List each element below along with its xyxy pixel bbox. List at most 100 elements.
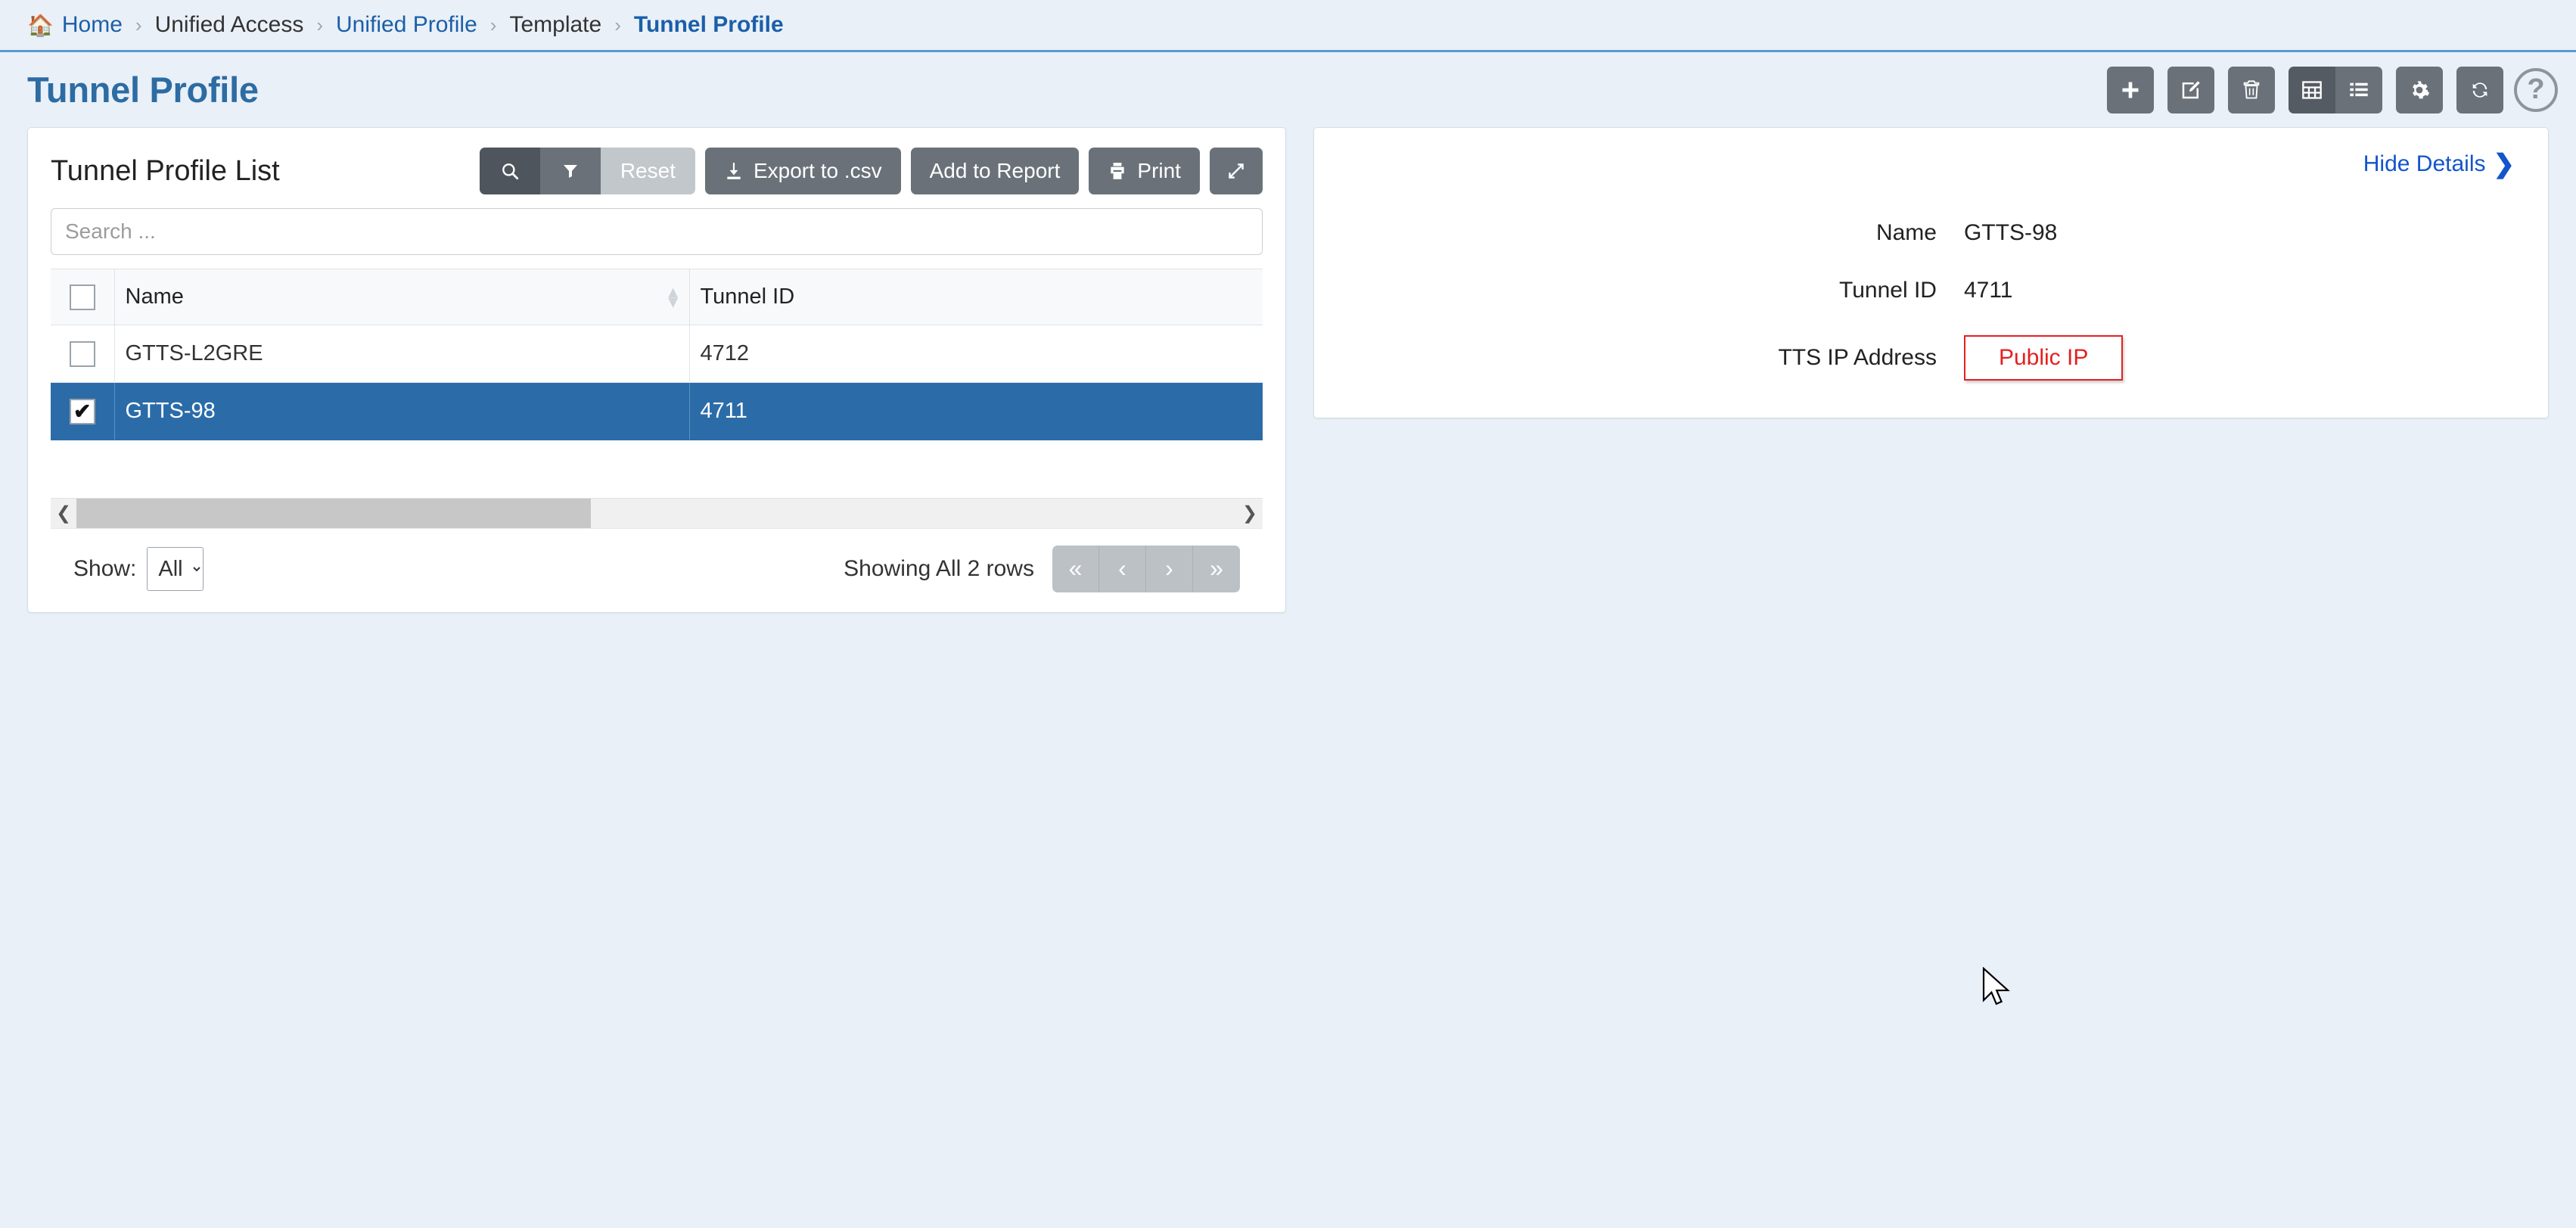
select-all-header[interactable]: [51, 269, 114, 325]
pager-first-button[interactable]: «: [1052, 546, 1099, 592]
scroll-left-icon[interactable]: ❮: [51, 502, 76, 524]
search-filter-reset-group: Reset: [480, 148, 695, 194]
tunnel-profile-detail-card: Hide Details ❯ Name GTTS-98 Tunnel ID 47…: [1313, 127, 2549, 418]
trash-icon: [2241, 79, 2262, 101]
filter-button[interactable]: [540, 148, 601, 194]
list-view-button[interactable]: [2335, 67, 2382, 113]
rows-count-text: Showing All 2 rows: [844, 556, 1034, 582]
table-row[interactable]: ✔ GTTS-98 4711: [51, 383, 1263, 440]
detail-label-tts-ip-address: TTS IP Address: [1347, 345, 1964, 371]
main-content: Tunnel Profile List Reset: [0, 127, 2576, 613]
add-button[interactable]: [2107, 67, 2154, 113]
scrollbar-thumb[interactable]: [76, 499, 591, 528]
gear-icon: [2409, 79, 2430, 101]
breadcrumb-separator: ›: [614, 14, 621, 37]
settings-button[interactable]: [2396, 67, 2443, 113]
row-cell-tunnel-id: 4712: [689, 325, 1263, 383]
table-row[interactable]: GTTS-L2GRE 4712: [51, 325, 1263, 383]
header-action-toolbar: ?: [2093, 67, 2558, 113]
list-header: Tunnel Profile List Reset: [28, 128, 1285, 208]
export-csv-label: Export to .csv: [754, 159, 882, 183]
breadcrumb-item-unified-access[interactable]: Unified Access: [155, 12, 304, 38]
hide-details-label: Hide Details: [2363, 151, 2486, 177]
hide-details-link[interactable]: Hide Details ❯: [1347, 149, 2515, 179]
row-cell-name: GTTS-98: [114, 383, 689, 440]
breadcrumb-item-template[interactable]: Template: [509, 12, 601, 38]
export-csv-button[interactable]: Export to .csv: [705, 148, 901, 194]
tunnel-profile-list-card: Tunnel Profile List Reset: [27, 127, 1286, 613]
expand-button[interactable]: [1210, 148, 1263, 194]
print-label: Print: [1137, 159, 1181, 183]
show-label: Show:: [73, 556, 136, 582]
search-row: [28, 208, 1285, 269]
pagination-controls: « ‹ › »: [1052, 546, 1240, 592]
row-checkbox-cell[interactable]: [51, 325, 114, 383]
detail-label-name: Name: [1347, 220, 1964, 246]
grid-view-button[interactable]: [2289, 67, 2335, 113]
pager-last-button[interactable]: »: [1193, 546, 1240, 592]
scrollbar-track[interactable]: [76, 499, 1237, 528]
list-icon: [2348, 79, 2369, 101]
help-button[interactable]: ?: [2514, 68, 2558, 112]
page-title: Tunnel Profile: [27, 69, 259, 110]
breadcrumb-separator: ›: [490, 14, 497, 37]
detail-value-name: GTTS-98: [1964, 220, 2057, 246]
detail-value-tunnel-id: 4711: [1964, 278, 2013, 303]
search-toggle-button[interactable]: [480, 148, 540, 194]
breadcrumb-separator: ›: [316, 14, 323, 37]
print-button[interactable]: Print: [1089, 148, 1200, 194]
detail-row-tunnel-id: Tunnel ID 4711: [1347, 278, 2515, 303]
home-icon: 🏠: [27, 13, 54, 38]
breadcrumb-item-unified-profile[interactable]: Unified Profile: [336, 12, 477, 38]
reset-button[interactable]: Reset: [601, 148, 695, 194]
refresh-icon: [2469, 79, 2491, 101]
table-header-row: Name ▲▼ Tunnel ID: [51, 269, 1263, 325]
refresh-button[interactable]: [2456, 67, 2503, 113]
row-cell-tunnel-id: 4711: [689, 383, 1263, 440]
list-toolbar: Reset Export to .csv Add to Report: [480, 148, 1263, 194]
search-icon: [500, 161, 520, 181]
table-horizontal-scrollbar[interactable]: ❮ ❯: [51, 498, 1263, 528]
row-checkbox-cell[interactable]: ✔: [51, 383, 114, 440]
plus-icon: [2120, 79, 2141, 101]
edit-pencil-icon: [2180, 79, 2202, 101]
mouse-cursor: [1982, 967, 2012, 1008]
search-input[interactable]: [51, 208, 1263, 255]
chevron-right-icon: ❯: [2494, 149, 2515, 179]
column-header-name[interactable]: Name ▲▼: [114, 269, 689, 325]
public-ip-badge[interactable]: Public IP: [1964, 335, 2123, 381]
printer-icon: [1108, 161, 1127, 181]
table-empty-filler: [51, 440, 1263, 498]
scroll-right-icon[interactable]: ❯: [1237, 502, 1263, 524]
list-title: Tunnel Profile List: [51, 155, 280, 188]
breadcrumb: 🏠 Home › Unified Access › Unified Profil…: [0, 0, 2576, 50]
pager-prev-button[interactable]: ‹: [1099, 546, 1146, 592]
rows-per-page-select[interactable]: All: [147, 547, 204, 591]
filter-icon: [561, 162, 580, 180]
footer-right-group: Showing All 2 rows « ‹ › »: [844, 546, 1240, 592]
tunnel-profile-table: Name ▲▼ Tunnel ID GTTS-L2GRE: [51, 269, 1263, 498]
expand-arrows-icon: [1226, 161, 1246, 181]
row-cell-name: GTTS-L2GRE: [114, 325, 689, 383]
breadcrumb-item-home[interactable]: Home: [62, 12, 123, 38]
column-header-tunnel-id[interactable]: Tunnel ID: [689, 269, 1263, 325]
select-all-checkbox[interactable]: [70, 284, 95, 310]
table-grid-icon: [2301, 79, 2323, 101]
column-header-name-label: Name: [126, 284, 184, 309]
breadcrumb-item-tunnel-profile[interactable]: Tunnel Profile: [634, 12, 784, 38]
breadcrumb-separator: ›: [135, 14, 142, 37]
detail-label-tunnel-id: Tunnel ID: [1347, 278, 1964, 303]
page-header: Tunnel Profile: [0, 50, 2576, 127]
pager-next-button[interactable]: ›: [1146, 546, 1193, 592]
detail-row-name: Name GTTS-98: [1347, 220, 2515, 246]
edit-button[interactable]: [2167, 67, 2214, 113]
list-footer: Show: All Showing All 2 rows « ‹ › »: [51, 528, 1263, 612]
add-to-report-button[interactable]: Add to Report: [911, 148, 1080, 194]
table-area: Name ▲▼ Tunnel ID GTTS-L2GRE: [28, 269, 1285, 498]
download-icon: [724, 161, 744, 181]
add-to-report-label: Add to Report: [930, 159, 1061, 183]
delete-button[interactable]: [2228, 67, 2275, 113]
sort-indicator-icon[interactable]: ▲▼: [665, 287, 682, 307]
row-checkbox[interactable]: [70, 341, 95, 367]
row-checkbox[interactable]: ✔: [70, 399, 95, 424]
